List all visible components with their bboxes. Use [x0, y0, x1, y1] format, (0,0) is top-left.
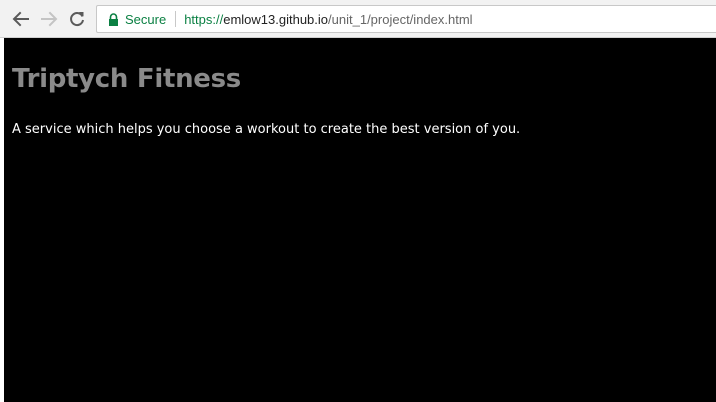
arrow-left-icon — [12, 10, 30, 28]
page-title: Triptych Fitness — [12, 64, 241, 94]
reload-icon — [68, 10, 86, 28]
back-button[interactable] — [10, 8, 32, 30]
page-viewport: Triptych Fitness A service which helps y… — [4, 38, 716, 402]
browser-toolbar: Secure https://emlow13.github.io/unit_1/… — [0, 0, 716, 38]
lock-icon[interactable] — [107, 12, 119, 26]
url-text[interactable]: https://emlow13.github.io/unit_1/project… — [184, 12, 472, 27]
arrow-right-icon — [40, 10, 58, 28]
secure-label[interactable]: Secure — [125, 12, 166, 27]
address-separator — [175, 11, 177, 27]
url-host: emlow13.github.io — [223, 11, 329, 27]
forward-button[interactable] — [38, 8, 60, 30]
reload-button[interactable] — [66, 8, 88, 30]
address-bar[interactable]: Secure https://emlow13.github.io/unit_1/… — [96, 5, 716, 33]
url-path: /unit_1/project/index.html — [328, 11, 473, 27]
url-scheme: https:// — [184, 11, 224, 27]
page-tagline: A service which helps you choose a worko… — [12, 122, 521, 137]
